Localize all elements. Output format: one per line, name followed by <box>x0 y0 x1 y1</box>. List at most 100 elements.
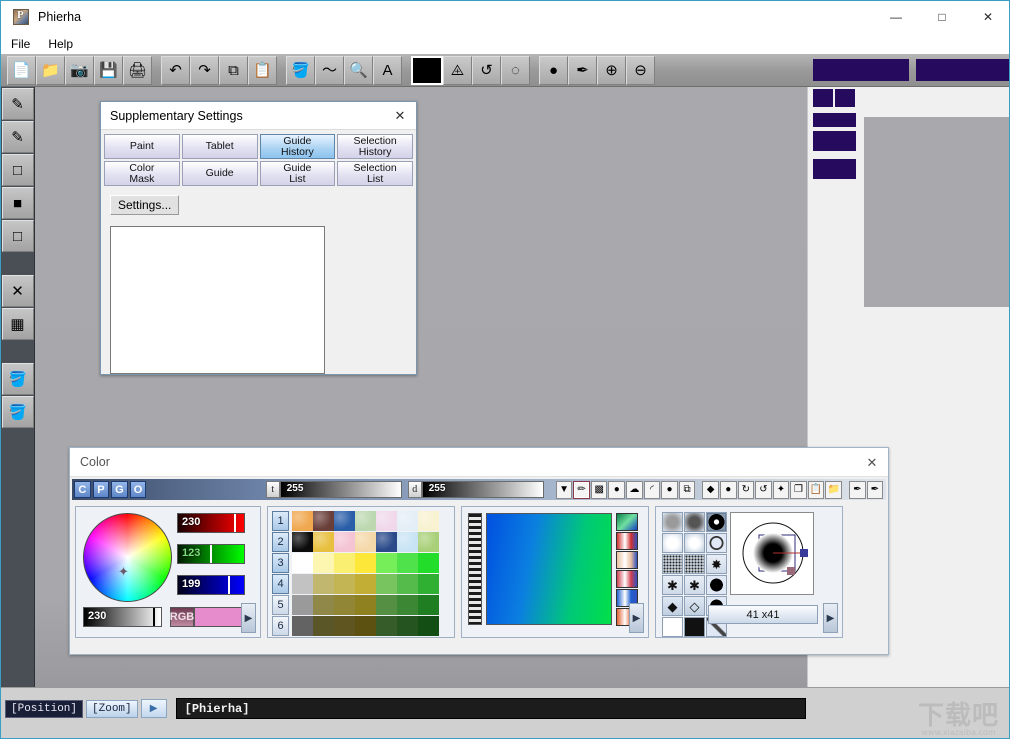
document-name-field[interactable]: [Phierha] <box>175 698 806 719</box>
palette-swatch-1-6[interactable] <box>397 511 418 531</box>
mode-button-c[interactable]: C <box>74 481 91 498</box>
color-preview-swatch[interactable] <box>194 607 244 627</box>
gradient-fill-tool[interactable]: ■ <box>1 187 34 219</box>
right-panel-thumbnail-area[interactable] <box>864 117 1009 307</box>
palette-swatch-2-3[interactable] <box>334 532 355 552</box>
tab-paint[interactable]: Paint <box>104 134 180 159</box>
node-select-icon[interactable]: ◌ <box>501 55 530 85</box>
gradient-panel-expand-button[interactable]: ▶ <box>629 603 644 633</box>
palette-swatch-1-7[interactable] <box>418 511 439 531</box>
color-mode-label[interactable]: RGB <box>170 607 194 627</box>
palette-swatch-1-4[interactable] <box>355 511 376 531</box>
arc-icon[interactable]: ◜ <box>643 480 661 499</box>
bucket-fill-tool[interactable]: 🪣 <box>1 363 34 395</box>
undo-icon[interactable]: ↶ <box>161 55 190 85</box>
dropper-icon[interactable]: ▼ <box>555 480 573 499</box>
zoom-in-icon[interactable]: ⊕ <box>597 55 626 85</box>
transparency-tool[interactable]: ▦ <box>1 308 34 340</box>
header-bar-right[interactable] <box>916 59 1009 81</box>
rectangle-tool[interactable]: □ <box>1 154 34 186</box>
camera-icon[interactable]: 📷 <box>65 55 94 85</box>
pen-tool[interactable]: ✎ <box>1 88 34 120</box>
gradient-preset-3[interactable] <box>616 551 638 569</box>
menu-item-file[interactable]: File <box>3 35 38 53</box>
brush-shape-burst-dotted[interactable]: ✸ <box>706 554 727 574</box>
palette-swatch-3-1[interactable] <box>292 553 313 573</box>
palette-swatch-2-1[interactable] <box>292 532 313 552</box>
brush-shape-soft-round-light[interactable] <box>684 533 705 553</box>
palette-row-number-4[interactable]: 4 <box>272 574 289 594</box>
palette-swatch-4-5[interactable] <box>376 574 397 594</box>
clipboard-icon[interactable]: 📋 <box>807 480 825 499</box>
palette-swatch-1-1[interactable] <box>292 511 313 531</box>
palette-swatch-4-3[interactable] <box>334 574 355 594</box>
tab-guide-list[interactable]: Guide List <box>259 161 336 186</box>
palette-swatch-1-5[interactable] <box>376 511 397 531</box>
palette-row-number-5[interactable]: 5 <box>272 595 289 615</box>
duplicate-icon[interactable]: ❐ <box>790 480 807 499</box>
transparency-slider[interactable]: t 255 <box>265 481 402 498</box>
rectangle-outline-tool[interactable]: □ <box>1 220 34 252</box>
density-slider-track[interactable]: 255 <box>421 481 544 498</box>
green-channel-slider[interactable]: 123 <box>177 544 245 564</box>
soft-dot-icon[interactable]: ● <box>608 480 626 499</box>
zoom-glass-icon[interactable]: 🔍 <box>344 55 373 85</box>
brush-shape-square-solid[interactable] <box>684 617 705 637</box>
palette-swatch-4-2[interactable] <box>313 574 334 594</box>
blue-channel-slider[interactable]: 199 <box>177 575 245 595</box>
palette-swatch-2-6[interactable] <box>397 532 418 552</box>
palette-swatch-3-7[interactable] <box>418 553 439 573</box>
layers-icon[interactable]: ⧉ <box>678 480 696 499</box>
palette-swatch-6-2[interactable] <box>313 616 334 636</box>
palette-swatch-4-6[interactable] <box>397 574 418 594</box>
save-floppy-icon[interactable]: 💾 <box>94 55 123 85</box>
palette-swatch-6-1[interactable] <box>292 616 313 636</box>
brush-shape-solid-circle[interactable] <box>706 575 727 595</box>
red-channel-slider[interactable]: 230 <box>177 513 245 533</box>
paint-bucket-icon[interactable]: 🪣 <box>286 55 315 85</box>
checker-icon[interactable]: ▩ <box>590 480 608 499</box>
text-tool-icon[interactable]: A <box>373 55 402 85</box>
brush-preview[interactable] <box>730 512 814 595</box>
palette-row-number-6[interactable]: 6 <box>272 616 289 636</box>
gray-circle-icon[interactable]: ● <box>661 480 678 499</box>
palette-swatch-4-7[interactable] <box>418 574 439 594</box>
palette-swatch-3-2[interactable] <box>313 553 334 573</box>
guide-history-list[interactable] <box>110 226 325 374</box>
palette-swatch-3-6[interactable] <box>397 553 418 573</box>
deselect-tool[interactable]: ✕ <box>1 275 34 307</box>
zoom-out-icon[interactable]: ⊖ <box>626 55 655 85</box>
color-wheel-cursor[interactable]: ✦ <box>117 565 130 578</box>
layer-bar-1[interactable] <box>813 113 856 127</box>
gradient-preview[interactable] <box>486 513 612 625</box>
brush-shape-star-burst-large[interactable]: ✱ <box>684 575 705 595</box>
brush-shape-square-outline[interactable] <box>662 617 683 637</box>
brush-panel-expand-button[interactable]: ▶ <box>823 603 838 633</box>
mode-button-p[interactable]: P <box>92 481 110 498</box>
new-document-icon[interactable]: 📄 <box>7 55 36 85</box>
layer-chip-1[interactable] <box>813 89 833 107</box>
folder-icon[interactable]: 📁 <box>825 480 842 499</box>
pencil-icon[interactable]: ✏ <box>573 480 590 499</box>
gradient-preset-1[interactable] <box>616 513 638 531</box>
brush-shape-diamond-outline[interactable]: ◇ <box>684 596 705 616</box>
close-button[interactable]: ✕ <box>965 1 1009 33</box>
swap-colors-icon[interactable]: ↻ <box>737 480 755 499</box>
cycle-colors-icon[interactable]: ↺ <box>755 480 772 499</box>
position-indicator[interactable]: [Position] <box>5 699 84 718</box>
redo-icon[interactable]: ↷ <box>190 55 219 85</box>
palette-swatch-5-3[interactable] <box>334 595 355 615</box>
brush-shape-halftone-coarse[interactable] <box>684 554 705 574</box>
palette-swatch-2-2[interactable] <box>313 532 334 552</box>
pen-settings-icon[interactable]: ✒ <box>568 55 597 85</box>
palette-swatch-5-4[interactable] <box>355 595 376 615</box>
tab-guide-history[interactable]: Guide History <box>259 134 336 159</box>
print-icon[interactable]: 🖨 <box>123 55 152 85</box>
palette-swatch-6-6[interactable] <box>397 616 418 636</box>
palette-row-number-2[interactable]: 2 <box>272 532 289 552</box>
density-slider[interactable]: d 255 <box>407 481 544 498</box>
play-button[interactable]: ▶ <box>140 699 167 718</box>
color-swatch-black[interactable] <box>411 55 443 85</box>
tab-guide[interactable]: Guide <box>181 161 258 186</box>
brush-size-label[interactable]: 41 x41 <box>708 605 818 624</box>
